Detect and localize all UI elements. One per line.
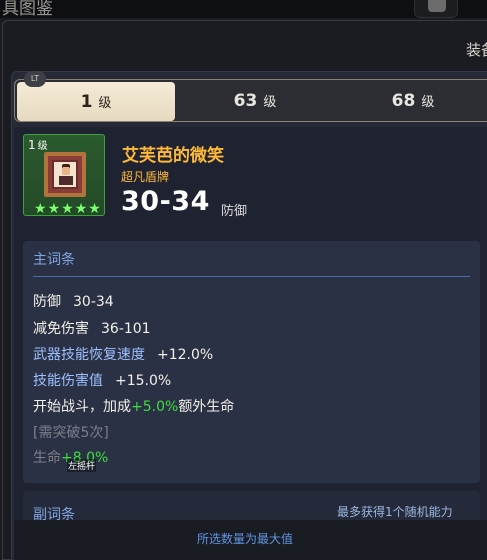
stat-line-damage-reduction: 减免伤害 36-101 bbox=[33, 318, 151, 338]
lt-button-hint: LT bbox=[24, 71, 46, 87]
stat-label: 武器技能恢复速度 bbox=[33, 347, 145, 363]
item-level-unit: 级 bbox=[37, 141, 48, 152]
top-bar: 具图鉴 bbox=[0, 0, 487, 19]
star-icon: ★ bbox=[47, 201, 61, 217]
stat-line-defense: 防御 30-34 bbox=[33, 291, 114, 311]
stat-value: 30-34 bbox=[73, 294, 114, 310]
item-type: 超凡盾牌 bbox=[121, 170, 170, 184]
item-name: 艾芙芭的微笑 bbox=[122, 146, 224, 166]
stat-label: 生命 bbox=[33, 450, 61, 466]
tab-level-value: 68 bbox=[391, 90, 416, 111]
stat-label: 减免伤害 bbox=[33, 321, 89, 337]
divider bbox=[33, 276, 470, 277]
star-rating: ★ ★ ★ ★ ★ bbox=[34, 201, 101, 217]
star-icon: ★ bbox=[61, 201, 74, 217]
item-icon-frame: 1级 ★ ★ ★ ★ ★ bbox=[23, 134, 105, 216]
stat-value: 36-101 bbox=[101, 321, 151, 337]
level-tabs: 1级 63 级 68 级 bbox=[14, 79, 487, 122]
stat-value: +15.0% bbox=[115, 373, 172, 389]
tab-level-63[interactable]: 63 级 bbox=[177, 80, 333, 121]
item-defense-label: 防御 bbox=[221, 204, 248, 219]
window-title: 具图鉴 bbox=[2, 0, 53, 19]
tab-level-1[interactable]: 1级 bbox=[17, 82, 175, 121]
shield-portrait-icon bbox=[44, 152, 86, 197]
item-level: 1级 bbox=[28, 137, 48, 152]
hat-icon[interactable] bbox=[414, 0, 458, 18]
stat-line-skill-damage: 技能伤害值 +15.0% bbox=[33, 370, 171, 390]
item-level-value: 1 bbox=[28, 138, 36, 152]
tab-level-value: 1 bbox=[80, 91, 93, 112]
star-icon: ★ bbox=[74, 201, 88, 217]
star-icon: ★ bbox=[88, 201, 101, 217]
left-stick-hint: 左摇杆 bbox=[67, 459, 97, 472]
main-stats-header: 主词条 bbox=[33, 252, 75, 268]
tab-level-unit: 级 bbox=[421, 95, 435, 110]
footer-status: 所选数量为最大值 bbox=[197, 532, 294, 546]
star-icon: ★ bbox=[34, 201, 47, 217]
sub-stats-note: 最多获得1个随机能力 bbox=[337, 505, 453, 519]
item-defense-value: 30-34 bbox=[121, 186, 210, 217]
tab-level-value: 63 bbox=[233, 90, 258, 111]
tab-level-unit: 级 bbox=[98, 96, 112, 111]
panel-title: 装备 bbox=[466, 41, 487, 59]
stat-value: +12.0% bbox=[157, 347, 214, 363]
bonus-suffix: 额外生命 bbox=[178, 399, 235, 415]
stat-label: 技能伤害值 bbox=[33, 373, 103, 389]
bonus-value: +5.0% bbox=[131, 399, 179, 415]
requirement-note: [需突破5次] bbox=[33, 425, 109, 441]
tab-level-unit: 级 bbox=[263, 95, 277, 110]
stat-label: 防御 bbox=[33, 294, 61, 310]
stat-line-weapon-skill-recovery: 武器技能恢复速度 +12.0% bbox=[33, 344, 213, 364]
stat-line-battle-start-bonus: 开始战斗，加成+5.0%额外生命 bbox=[33, 396, 234, 416]
bonus-prefix: 开始战斗，加成 bbox=[33, 399, 131, 415]
tab-level-68[interactable]: 68 级 bbox=[333, 80, 487, 121]
